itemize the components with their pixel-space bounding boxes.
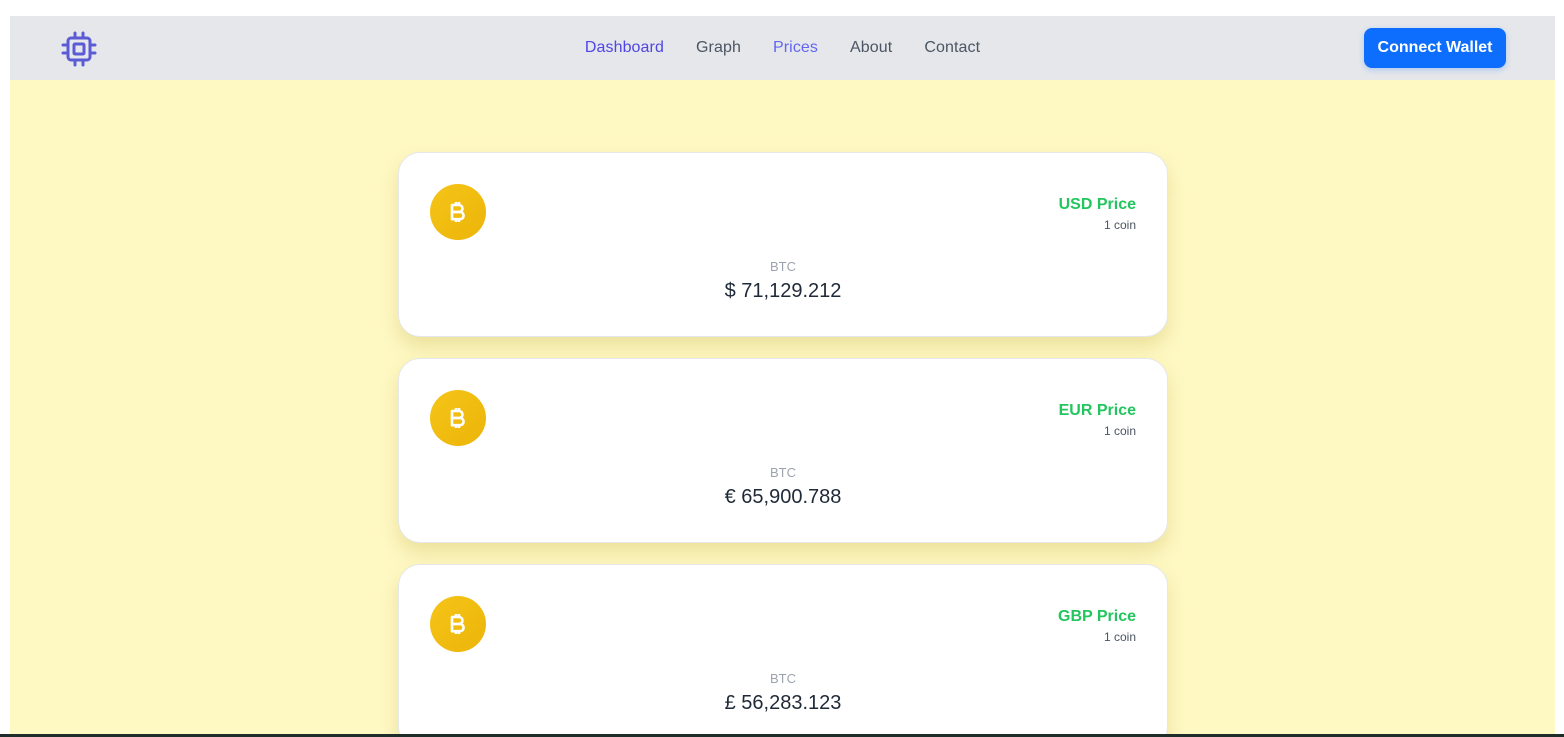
price-value: $ 71,129.212 bbox=[724, 280, 842, 302]
navbar: Dashboard Graph Prices About Contact Con… bbox=[10, 16, 1555, 80]
bitcoin-icon bbox=[430, 184, 486, 240]
nav-about[interactable]: About bbox=[850, 39, 892, 57]
ticker-label: BTC bbox=[770, 465, 796, 480]
price-currency-label: EUR Price bbox=[1058, 402, 1136, 419]
price-card-eur: EUR Price 1 coin BTC € 65,900.788 bbox=[398, 358, 1168, 543]
price-value: £ 56,283.123 bbox=[724, 692, 842, 714]
price-currency-label: GBP Price bbox=[1058, 608, 1136, 625]
nav-contact[interactable]: Contact bbox=[924, 39, 980, 57]
price-unit-label: 1 coin bbox=[1103, 630, 1136, 644]
price-value: € 65,900.788 bbox=[724, 486, 842, 508]
bitcoin-icon bbox=[430, 596, 486, 652]
app-frame: Dashboard Graph Prices About Contact Con… bbox=[10, 16, 1555, 737]
price-card-usd: USD Price 1 coin BTC $ 71,129.212 bbox=[398, 152, 1168, 337]
main-nav: Dashboard Graph Prices About Contact bbox=[10, 16, 1555, 80]
price-currency-label: USD Price bbox=[1058, 196, 1136, 213]
price-unit-label: 1 coin bbox=[1103, 218, 1136, 232]
bitcoin-icon bbox=[430, 390, 486, 446]
nav-dashboard[interactable]: Dashboard bbox=[585, 39, 664, 57]
price-card-gbp: GBP Price 1 coin BTC £ 56,283.123 bbox=[398, 564, 1168, 737]
connect-wallet-button[interactable]: Connect Wallet bbox=[1364, 28, 1506, 68]
price-unit-label: 1 coin bbox=[1103, 424, 1136, 438]
ticker-label: BTC bbox=[770, 259, 796, 274]
ticker-label: BTC bbox=[770, 671, 796, 686]
nav-prices[interactable]: Prices bbox=[773, 39, 818, 57]
nav-graph[interactable]: Graph bbox=[696, 39, 741, 57]
cpu-chip-icon[interactable] bbox=[61, 31, 97, 67]
